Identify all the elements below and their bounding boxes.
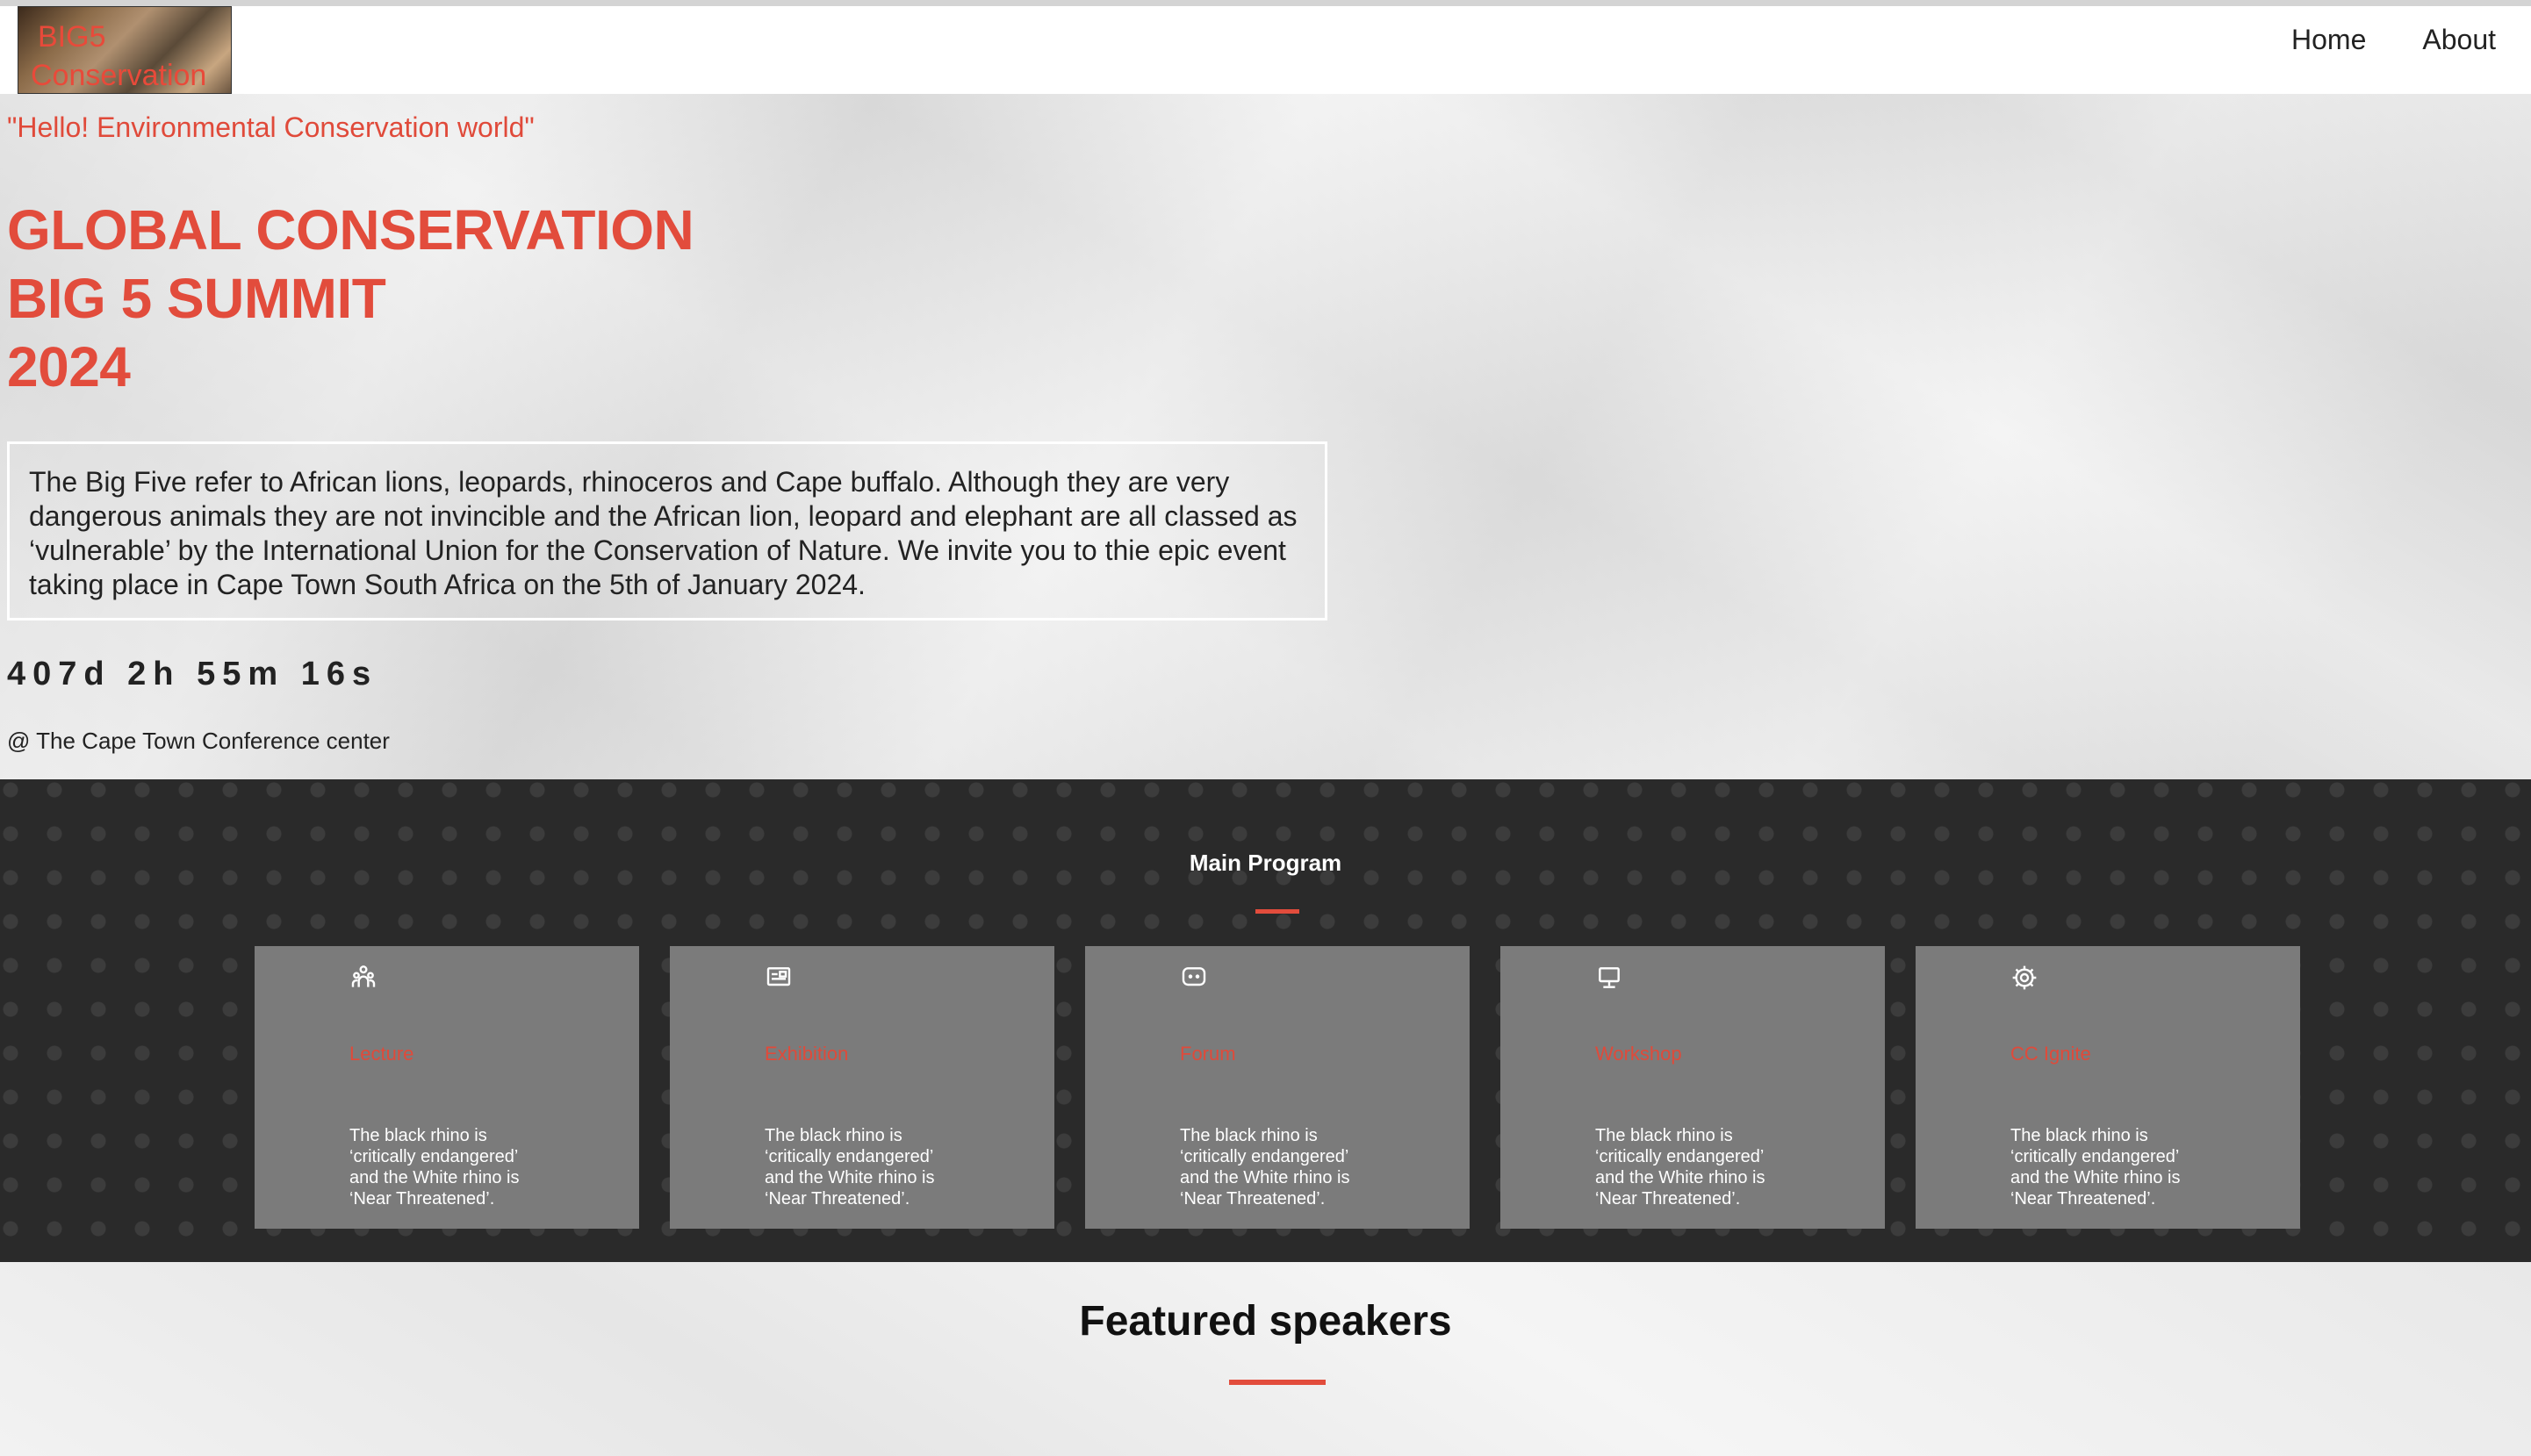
chat-icon [1180, 964, 1208, 992]
hero-title-line-2: BIG 5 SUMMIT [7, 267, 386, 330]
featured-speakers-section: Featured speakers [0, 1262, 2531, 1456]
hero-title-line-1: GLOBAL CONSERVATION [7, 198, 694, 262]
program-cards: Lecture The black rhino is ‘critically e… [255, 946, 2300, 1229]
card-text: The black rhino is ‘critically endangere… [349, 1126, 520, 1209]
card-text: The black rhino is ‘critically endangere… [1180, 1126, 1350, 1209]
nav-about-link[interactable]: About [2422, 24, 2496, 56]
program-title: Main Program [1189, 850, 1342, 876]
venue-text: @ The Cape Town Conference center [7, 728, 390, 754]
card-text: The black rhino is ‘critically endangere… [765, 1126, 935, 1209]
card-text: The black rhino is ‘critically endangere… [1595, 1126, 1765, 1209]
speakers-title-underline [1229, 1380, 1326, 1385]
hero-title-line-3: 2024 [7, 335, 131, 398]
gear-icon [2010, 964, 2038, 992]
nav-links: Home About [2291, 24, 2496, 56]
program-card-workshop[interactable]: Workshop The black rhino is ‘critically … [1500, 946, 1885, 1229]
presentation-icon [765, 964, 793, 992]
hero-title: GLOBAL CONSERVATION BIG 5 SUMMIT 2024 [7, 196, 694, 401]
nav-home-link[interactable]: Home [2291, 24, 2366, 56]
card-title: Exhibition [765, 1043, 849, 1065]
program-card-cc-ignite[interactable]: CC Ignite The black rhino is ‘critically… [1916, 946, 2300, 1229]
site-logo[interactable]: BIG5 Conservation [18, 6, 232, 94]
main-program-section: Main Program Lecture The black rhino is … [0, 779, 2531, 1262]
card-title: Workshop [1595, 1043, 1682, 1065]
countdown-timer: 407d 2h 55m 16s [7, 656, 378, 692]
program-card-lecture[interactable]: Lecture The black rhino is ‘critically e… [255, 946, 639, 1229]
people-icon [349, 964, 377, 992]
top-strip [0, 0, 2531, 6]
event-description: The Big Five refer to African lions, leo… [7, 441, 1327, 620]
card-title: Forum [1180, 1043, 1236, 1065]
program-card-exhibition[interactable]: Exhibition The black rhino is ‘criticall… [670, 946, 1054, 1229]
hero-section: "Hello! Environmental Conservation world… [0, 94, 2531, 779]
logo-line-1: BIG5 [38, 20, 106, 54]
card-text: The black rhino is ‘critically endangere… [2010, 1126, 2181, 1209]
hero-tagline: "Hello! Environmental Conservation world… [7, 111, 535, 143]
navbar: BIG5 Conservation Home About [0, 6, 2531, 94]
card-title: Lecture [349, 1043, 414, 1065]
logo-line-2: Conservation [31, 59, 207, 92]
monitor-icon [1595, 964, 1623, 992]
program-title-underline [1255, 909, 1299, 914]
program-card-forum[interactable]: Forum The black rhino is ‘critically end… [1085, 946, 1470, 1229]
card-title: CC Ignite [2010, 1043, 2091, 1065]
speakers-title: Featured speakers [1079, 1298, 1452, 1345]
